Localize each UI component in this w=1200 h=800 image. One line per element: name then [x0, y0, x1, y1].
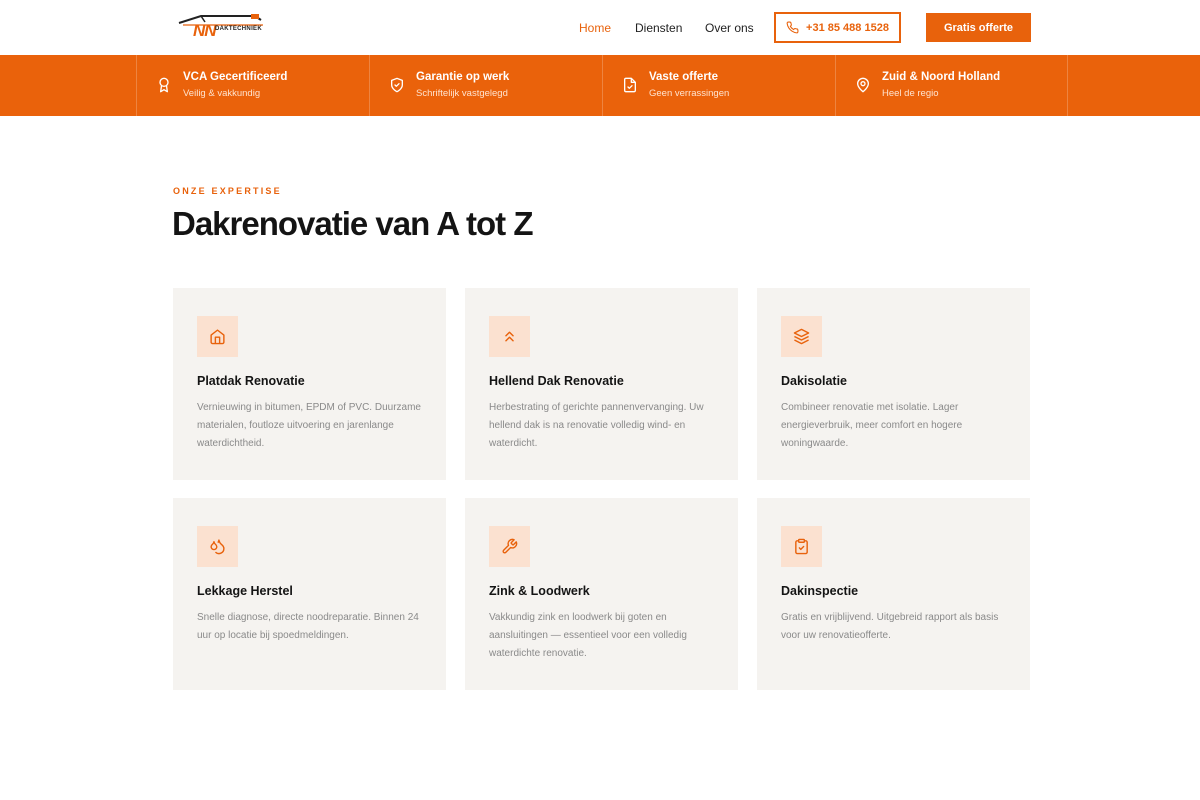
chevrons-up-icon: [505, 331, 514, 342]
phone-icon: [786, 21, 799, 34]
service-card-platdak[interactable]: Platdak Renovatie Vernieuwing in bitumen…: [173, 288, 446, 480]
shield-check-icon: [391, 77, 403, 93]
card-text: Gratis en vrijblijvend. Uitgebreid rappo…: [781, 612, 999, 641]
site-header: NN DAKTECHNIEK Home Diensten Over ons +3…: [0, 0, 1200, 55]
layers-icon: [793, 328, 810, 345]
usp-item-offerte: Vaste offerte Geen verrassingen: [602, 55, 835, 116]
card-text: Vernieuwing in bitumen, EPDM of PVC. Duu…: [197, 402, 421, 449]
card-icon-box: [489, 316, 530, 357]
section-heading: Dakrenovatie van A tot Z: [172, 205, 533, 242]
card-icon-box: [781, 526, 822, 567]
phone-number: +31 85 488 1528: [806, 21, 889, 34]
usp-item-garantie: Garantie op werk Schriftelijk vastgelegd: [369, 55, 602, 116]
service-card-zink-loodwerk[interactable]: Zink & Loodwerk Vakkundig zink en loodwe…: [465, 498, 738, 690]
logo-text: NN: [193, 21, 217, 40]
section-eyebrow: ONZE EXPERTISE: [173, 186, 282, 196]
usp-subtitle: Heel de regio: [882, 88, 939, 99]
usp-item-regio: Zuid & Noord Holland Heel de regio: [835, 55, 1068, 116]
card-title: Dakinspectie: [781, 584, 859, 598]
logo-subtitle: DAKTECHNIEK: [215, 26, 262, 32]
card-title: Lekkage Herstel: [197, 584, 293, 598]
usp-title: Zuid & Noord Holland: [882, 71, 1001, 83]
usp-item-vca: VCA Gecertificeerd Veilig & vakkundig: [136, 55, 369, 116]
card-text: Herbestrating of gerichte pannenvervangi…: [489, 402, 704, 449]
card-icon-box: [197, 316, 238, 357]
card-icon-box: [197, 526, 238, 567]
card-text: Snelle diagnose, directe noodreparatie. …: [197, 612, 419, 641]
logo[interactable]: NN DAKTECHNIEK: [175, 11, 275, 41]
card-icon-box: [781, 316, 822, 357]
usp-title: Vaste offerte: [649, 71, 719, 83]
service-card-lekkage[interactable]: Lekkage Herstel Snelle diagnose, directe…: [173, 498, 446, 690]
usp-band: VCA Gecertificeerd Veilig & vakkundig Ga…: [0, 55, 1200, 116]
usp-subtitle: Geen verrassingen: [649, 88, 730, 99]
usp-title: Garantie op werk: [416, 71, 510, 83]
nav-home[interactable]: Home: [579, 21, 611, 35]
award-icon: [159, 77, 169, 93]
nav-diensten[interactable]: Diensten: [635, 21, 682, 35]
usp-title: VCA Gecertificeerd: [183, 71, 288, 83]
service-card-dakisolatie[interactable]: Dakisolatie Combineer renovatie met isol…: [757, 288, 1030, 480]
nav-over-ons[interactable]: Over ons: [705, 21, 754, 35]
home-icon: [210, 329, 225, 345]
usp-subtitle: Veilig & vakkundig: [183, 88, 261, 99]
card-title: Dakisolatie: [781, 374, 848, 388]
clipboard-check-icon: [795, 538, 808, 555]
map-pin-icon: [857, 77, 869, 93]
phone-button[interactable]: +31 85 488 1528: [774, 12, 901, 43]
service-card-hellend-dak[interactable]: Hellend Dak Renovatie Herbestrating of g…: [465, 288, 738, 480]
card-text: Combineer renovatie met isolatie. Lager …: [781, 402, 963, 449]
droplets-icon: [210, 539, 225, 555]
gratis-offerte-button[interactable]: Gratis offerte: [926, 13, 1031, 42]
file-check-icon: [624, 77, 636, 93]
card-title: Platdak Renovatie: [197, 374, 305, 388]
card-title: Zink & Loodwerk: [489, 584, 590, 598]
service-card-dakinspectie[interactable]: Dakinspectie Gratis en vrijblijvend. Uit…: [757, 498, 1030, 690]
card-icon-box: [489, 526, 530, 567]
usp-subtitle: Schriftelijk vastgelegd: [416, 88, 508, 99]
card-text: Vakkundig zink en loodwerk bij goten en …: [489, 612, 687, 659]
card-title: Hellend Dak Renovatie: [489, 374, 624, 388]
wrench-icon: [502, 538, 518, 554]
